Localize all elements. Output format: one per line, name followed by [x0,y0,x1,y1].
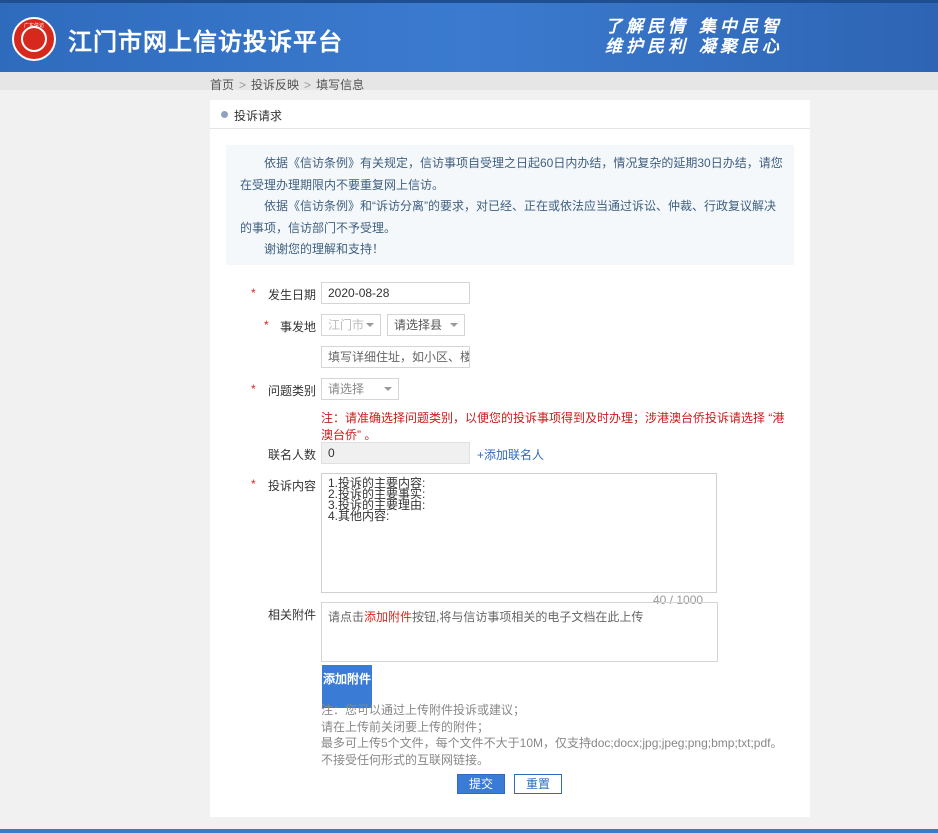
subheader-bar [0,72,938,90]
required-mark: * [264,318,269,332]
category-warning: 注：请准确选择问题类别，以便您的投诉事项得到及时办理；涉港澳台侨投诉请选择 “港… [321,411,785,442]
add-cosigner-link[interactable]: +添加联名人 [477,446,544,463]
notice-paragraph-2: 依据《信访条例》和“诉访分离”的要求，对已经、正在或依法应当通过诉讼、仲裁、行政… [240,199,776,235]
location-label: 事发地 [280,320,317,334]
complaint-content-textarea[interactable]: 1.投诉的主要内容: 2.投诉的主要事实: 3.投诉的主要理由: 4.其他内容: [321,473,717,593]
site-logo-icon: 广东信访 [12,17,56,61]
cosigners-label: 联名人数 [268,448,317,462]
attachments-label: 相关附件 [268,608,317,622]
required-mark: * [251,477,256,491]
reset-button[interactable]: 重置 [514,774,562,794]
breadcrumb-home[interactable]: 首页 [210,78,234,92]
category-label: 问题类别 [268,384,317,398]
notice-paragraph-3: 谢谢您的理解和支持！ [264,242,385,256]
breadcrumb-section[interactable]: 投诉反映 [251,78,299,92]
required-mark: * [251,286,256,300]
chevron-down-icon [450,323,458,327]
chevron-down-icon [384,387,392,391]
required-mark: * [251,382,256,396]
content-label: 投诉内容 [268,479,317,493]
site-header: 广东信访 江门市网上信访投诉平台 了解民情 集中民智 维护民利 凝聚民心 [0,0,938,72]
city-select[interactable]: 江门市 [321,314,381,336]
slogan: 了解民情 集中民智 维护民利 凝聚民心 [605,17,820,57]
card-header: 投诉请求 [210,100,810,129]
address-input[interactable]: 填写详细住址，如小区、楼 [321,346,470,368]
category-select[interactable]: 请选择 [321,378,399,400]
notice-paragraph-1: 依据《信访条例》有关规定，信访事项自受理之日起60日内办结，情况复杂的延期30日… [240,156,783,192]
complaint-card: 投诉请求 依据《信访条例》有关规定，信访事项自受理之日起60日内办结，情况复杂的… [210,100,810,817]
attachment-note: 不接受任何形式的互联网链接。 [321,752,490,767]
attachment-notes: 注：您可以通过上传附件投诉或建议； 请在上传前关闭要上传的附件； 最多可上传5个… [321,702,801,768]
county-select[interactable]: 请选择县 [387,314,465,336]
footer-bar [0,829,938,833]
bullet-icon [221,111,228,118]
attachment-note: 注：您可以通过上传附件投诉或建议； [321,703,526,717]
slogan-line-1: 了解民情 集中民智 [605,17,783,37]
notice-box: 依据《信访条例》有关规定，信访事项自受理之日起60日内办结，情况复杂的延期30日… [226,145,794,265]
breadcrumb-current: 填写信息 [316,78,365,92]
cosigners-count-input[interactable]: 0 [321,442,470,464]
card-title: 投诉请求 [234,109,283,123]
attachment-note: 最多可上传5个文件，每个文件不大于10M，仅支持doc;docx;jpg;jpe… [321,736,783,750]
breadcrumb: 首页 > 投诉反映 > 填写信息 [210,78,365,92]
slogan-line-2: 维护民利 凝聚民心 [605,37,783,57]
logo-text: 广东信访 [23,23,44,29]
date-input[interactable]: 2020-08-28 [321,282,470,304]
attachment-drop-zone[interactable]: 请点击添加附件按钮,将与信访事项相关的电子文档在此上传 [321,602,718,662]
site-title: 江门市网上信访投诉平台 [68,29,343,56]
date-label: 发生日期 [268,288,317,302]
submit-button[interactable]: 提交 [457,774,505,794]
chevron-down-icon [366,323,374,327]
attachment-note: 请在上传前关闭要上传的附件； [321,719,490,734]
